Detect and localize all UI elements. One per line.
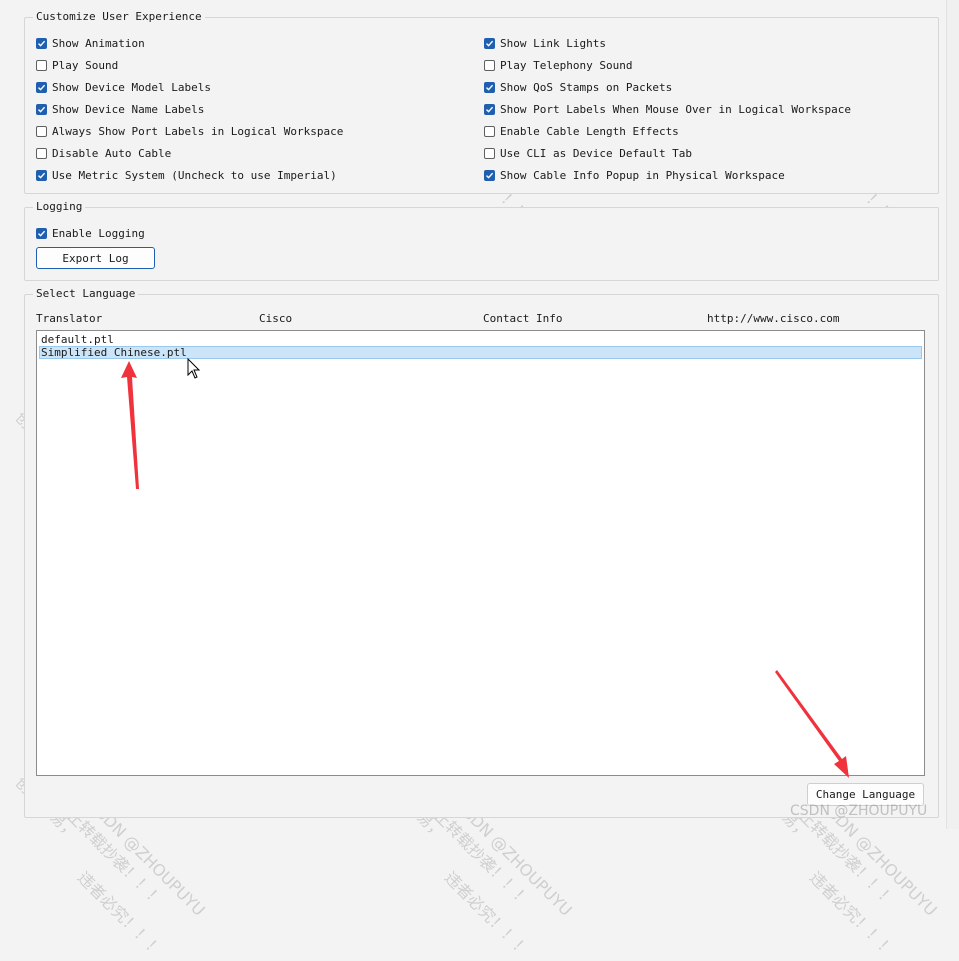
url-header: http://www.cisco.com (707, 312, 840, 325)
check-icon (36, 59, 47, 71)
check-icon (484, 169, 495, 181)
option-checkbox[interactable]: Show Port Labels When Mouse Over in Logi… (484, 101, 851, 117)
scrollbar[interactable] (946, 0, 959, 829)
option-label: Show Link Lights (500, 36, 606, 50)
logging-title: Logging (33, 200, 86, 214)
enable-logging-label: Enable Logging (52, 226, 145, 240)
footer-watermark: CSDN @ZHOUPUYU (790, 803, 928, 819)
option-checkbox[interactable]: Show Link Lights (484, 35, 606, 51)
check-icon (484, 147, 495, 159)
check-icon (36, 81, 47, 93)
option-checkbox[interactable]: Show Device Model Labels (36, 79, 211, 95)
check-icon (484, 81, 495, 93)
check-icon (484, 125, 495, 137)
check-icon (36, 147, 47, 159)
option-label: Use CLI as Device Default Tab (500, 146, 693, 160)
option-checkbox[interactable]: Use CLI as Device Default Tab (484, 145, 692, 161)
check-icon (36, 37, 47, 49)
check-icon (36, 125, 47, 137)
option-checkbox[interactable]: Always Show Port Labels in Logical Works… (36, 123, 343, 139)
option-label: Play Sound (52, 58, 119, 72)
watermark-text: 违者必究！！！ (73, 867, 167, 961)
translator-header: Translator (36, 312, 103, 325)
language-title: Select Language (33, 287, 139, 301)
option-label: Always Show Port Labels in Logical Works… (52, 124, 344, 138)
option-checkbox[interactable]: Show Device Name Labels (36, 101, 204, 117)
option-label: Use Metric System (Uncheck to use Imperi… (52, 168, 337, 182)
option-label: Show Animation (52, 36, 145, 50)
list-item-selected[interactable]: Simplified Chinese.ptl (39, 346, 922, 359)
option-checkbox[interactable]: Show Cable Info Popup in Physical Worksp… (484, 167, 785, 183)
check-icon (36, 169, 47, 181)
option-label: Disable Auto Cable (52, 146, 172, 160)
list-item[interactable]: default.ptl (39, 333, 114, 346)
option-label: Show QoS Stamps on Packets (500, 80, 673, 94)
option-checkbox[interactable]: Use Metric System (Uncheck to use Imperi… (36, 167, 337, 183)
language-listbox[interactable]: default.ptl Simplified Chinese.ptl (36, 330, 925, 776)
option-label: Play Telephony Sound (500, 58, 633, 72)
customize-title: Customize User Experience (33, 10, 205, 24)
check-icon (36, 227, 47, 239)
option-checkbox[interactable]: Enable Cable Length Effects (484, 123, 679, 139)
watermark-text: 违者必究！！！ (440, 867, 534, 961)
contact-header: Contact Info (483, 312, 563, 325)
option-checkbox[interactable]: Play Telephony Sound (484, 57, 632, 73)
option-label: Enable Cable Length Effects (500, 124, 679, 138)
logging-groupbox: Logging (24, 200, 939, 281)
check-icon (484, 37, 495, 49)
company-header: Cisco (259, 312, 293, 325)
watermark-text: 违者必究！！！ (805, 867, 899, 961)
option-label: Show Device Model Labels (52, 80, 211, 94)
export-log-button[interactable]: Export Log (36, 247, 155, 269)
option-label: Show Cable Info Popup in Physical Worksp… (500, 168, 785, 182)
check-icon (36, 103, 47, 115)
option-checkbox[interactable]: Play Sound (36, 57, 118, 73)
option-label: Show Device Name Labels (52, 102, 205, 116)
option-checkbox[interactable]: Disable Auto Cable (36, 145, 171, 161)
option-label: Show Port Labels When Mouse Over in Logi… (500, 102, 851, 116)
option-checkbox[interactable]: Show QoS Stamps on Packets (484, 79, 672, 95)
option-checkbox[interactable]: Show Animation (36, 35, 145, 51)
check-icon (484, 59, 495, 71)
check-icon (484, 103, 495, 115)
enable-logging-checkbox[interactable]: Enable Logging (36, 225, 145, 241)
